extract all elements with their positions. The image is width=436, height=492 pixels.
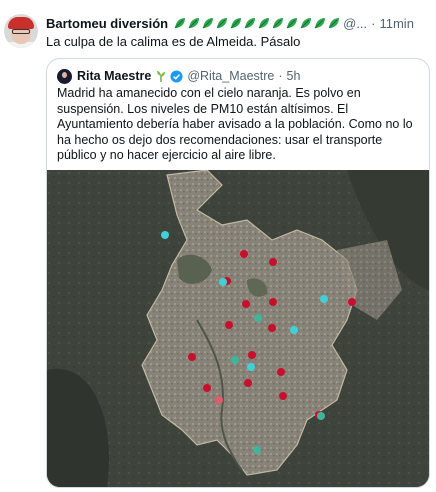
quoted-tweet-text: Madrid ha amanecido con el cielo naranja… (57, 86, 413, 162)
quoted-author-handle: @Rita_Maestre (187, 69, 275, 83)
tweet-text: La culpa de la calima es de Almeida. Pás… (46, 34, 301, 49)
leaf-emoji-icon (188, 18, 200, 29)
quoted-tweet-header: Rita Maestre @Rita_Maestre · 5h (57, 67, 417, 85)
map-image[interactable] (47, 170, 429, 487)
leaf-emoji-icon (244, 18, 256, 29)
avatar-glasses (12, 29, 30, 34)
station-marker-red (240, 250, 248, 258)
leaf-emoji-icon (300, 18, 312, 29)
tweet[interactable]: Bartomeu diversión @... · 11min La culpa… (0, 0, 436, 492)
timestamp[interactable]: 11min (379, 16, 413, 31)
quoted-timestamp: 5h (286, 69, 301, 83)
station-marker-red (244, 379, 252, 387)
station-marker-cyan (161, 231, 169, 239)
leaf-emoji-icon (174, 18, 186, 29)
station-marker-teal (231, 356, 239, 364)
station-marker-red (268, 324, 276, 332)
satellite-map (47, 170, 429, 487)
station-marker-red (348, 298, 356, 306)
station-marker-teal (253, 446, 261, 454)
station-marker-cyan (320, 295, 328, 303)
leaf-emoji-icon (230, 18, 242, 29)
verified-badge-icon (170, 69, 183, 83)
leaf-emoji-icon (202, 18, 214, 29)
leaf-emoji-icon (216, 18, 228, 29)
name-emoji-row (174, 17, 340, 29)
avatar[interactable] (4, 14, 38, 48)
station-marker-red (225, 321, 233, 329)
quoted-tweet[interactable]: Rita Maestre @Rita_Maestre · 5h Madrid h… (46, 58, 430, 488)
station-marker-cyan (247, 363, 255, 371)
leaf-emoji-icon (314, 18, 326, 29)
author-name[interactable]: Bartomeu diversión (46, 16, 168, 31)
station-marker-red (248, 351, 256, 359)
separator-dot: · (278, 69, 283, 83)
station-marker-cyan (290, 326, 298, 334)
station-marker-red (269, 258, 277, 266)
leaf-emoji-icon (286, 18, 298, 29)
author-handle[interactable]: @... (343, 16, 367, 31)
quoted-avatar (57, 68, 72, 84)
avatar-cap (8, 17, 34, 29)
station-marker-cyan (219, 278, 227, 286)
station-marker-red (242, 300, 250, 308)
station-marker-red (188, 353, 196, 361)
station-marker-red (203, 384, 211, 392)
station-marker-red (277, 368, 285, 376)
station-marker-pink (215, 396, 223, 404)
station-marker-teal (317, 412, 325, 420)
quoted-author-name: Rita Maestre (77, 69, 152, 83)
leaf-emoji-icon (272, 18, 284, 29)
station-marker-red (269, 298, 277, 306)
leaf-emoji-icon (258, 18, 270, 29)
tweet-header: Bartomeu diversión @... · 11min (46, 14, 430, 32)
station-marker-red (279, 392, 287, 400)
leaf-emoji-icon (328, 18, 340, 29)
station-marker-teal (254, 314, 262, 322)
separator-dot: · (371, 15, 376, 31)
plant-emoji-icon (157, 71, 166, 82)
